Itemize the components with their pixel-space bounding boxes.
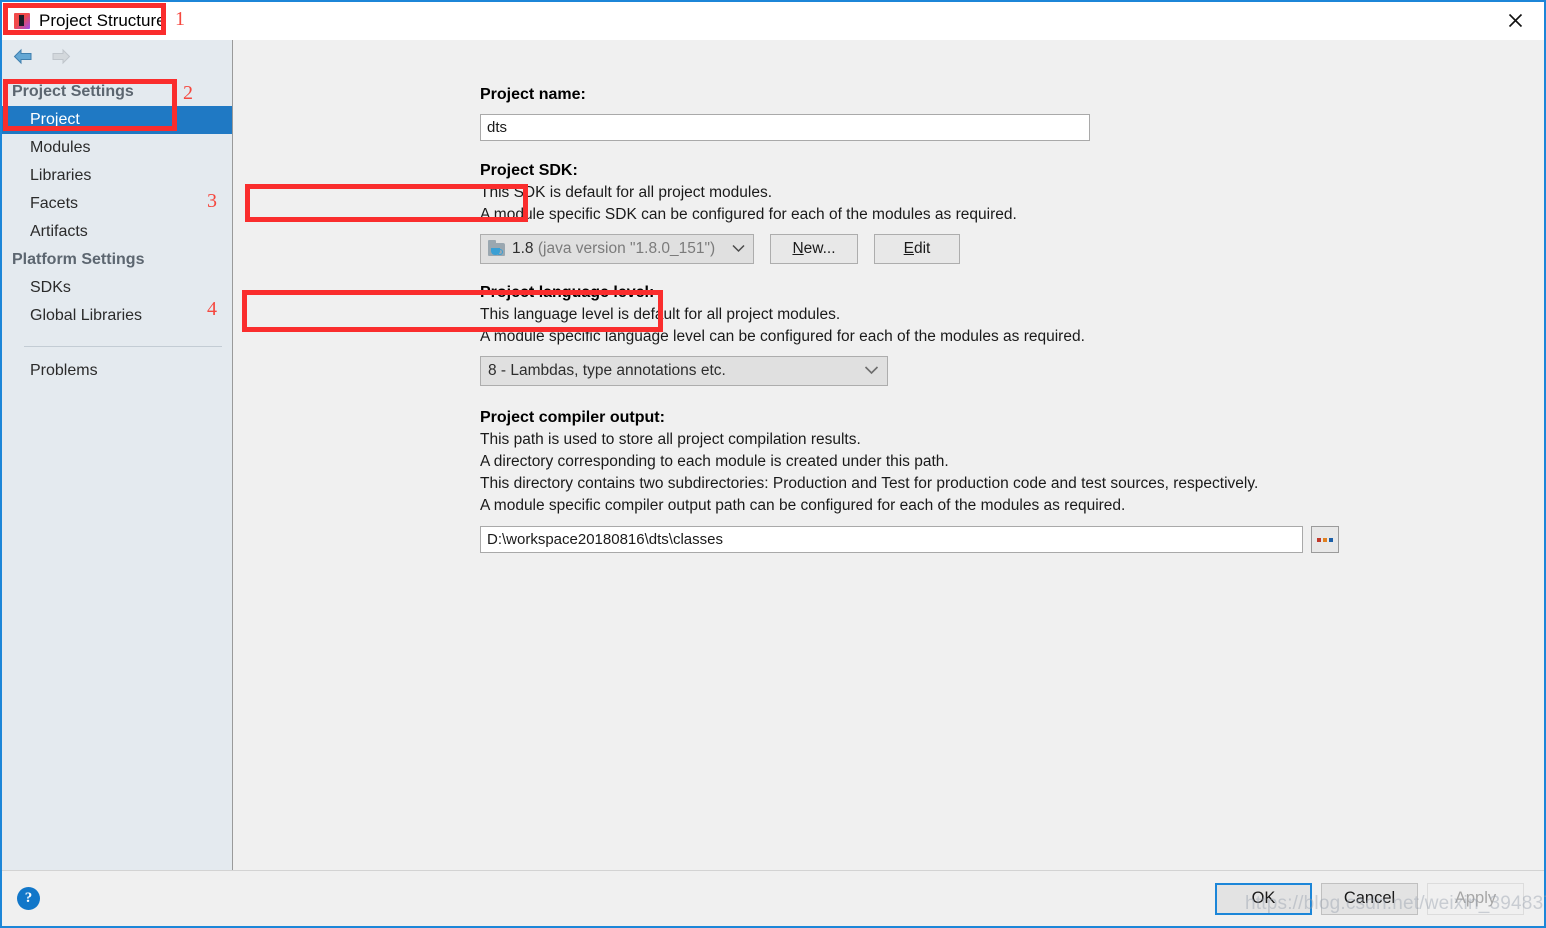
cancel-button[interactable]: Cancel (1321, 882, 1418, 915)
compiler-output-desc-3: This directory contains two subdirectori… (480, 475, 1259, 492)
browse-folder-button[interactable] (1311, 526, 1339, 553)
compiler-output-input[interactable] (480, 526, 1303, 553)
window-title: Project Structure (39, 11, 166, 30)
settings-sidebar: Project Settings Project Modules Librari… (2, 40, 233, 872)
language-level-selected: 8 - Lambdas, type annotations etc. (488, 362, 726, 379)
sidebar-divider (24, 346, 222, 347)
compiler-output-desc-2: A directory corresponding to each module… (480, 453, 949, 470)
project-name-label: Project name: (480, 86, 586, 103)
edit-sdk-button[interactable]: Edit (874, 234, 960, 264)
tree-group-project-settings: Project Settings (12, 83, 134, 100)
project-sdk-desc-2: A module specific SDK can be configured … (480, 206, 1017, 223)
project-sdk-combobox[interactable]: 1.8 (java version "1.8.0_151") (480, 234, 754, 264)
back-arrow-icon[interactable] (12, 48, 34, 70)
dialog-footer: ? OK Cancel Apply (2, 870, 1544, 926)
chevron-down-icon (864, 362, 879, 380)
project-name-input[interactable] (480, 114, 1090, 141)
footer-button-group: OK Cancel Apply (1215, 882, 1524, 915)
language-level-label: Project language level: (480, 284, 655, 301)
language-level-desc-2: A module specific language level can be … (480, 328, 1085, 345)
language-level-combobox[interactable]: 8 - Lambdas, type annotations etc. (480, 356, 888, 386)
sidebar-item-project[interactable]: Project (2, 106, 232, 134)
help-button[interactable]: ? (17, 887, 40, 910)
sidebar-item-libraries[interactable]: Libraries (2, 162, 232, 190)
sidebar-item-artifacts[interactable]: Artifacts (2, 218, 232, 246)
compiler-output-desc-4: A module specific compiler output path c… (480, 497, 1126, 514)
sidebar-item-sdks[interactable]: SDKs (2, 274, 232, 302)
forward-arrow-icon (50, 48, 72, 70)
new-sdk-button[interactable]: New... (770, 234, 858, 264)
sidebar-item-modules[interactable]: Modules (2, 134, 232, 162)
project-sdk-selected-detail: (java version "1.8.0_151") (537, 240, 716, 257)
project-sdk-label: Project SDK: (480, 162, 578, 179)
compiler-output-desc-1: This path is used to store all project c… (480, 431, 861, 448)
project-sdk-selected-version: 1.8 (512, 240, 534, 257)
tree-group-platform-settings: Platform Settings (12, 251, 145, 268)
chevron-down-icon (732, 240, 745, 258)
java-sdk-icon (488, 239, 506, 257)
settings-tree: Project Settings Project Modules Librari… (2, 77, 232, 385)
sidebar-item-global-libraries[interactable]: Global Libraries (2, 302, 232, 330)
intellij-idea-icon (14, 13, 30, 29)
project-sdk-desc-1: This SDK is default for all project modu… (480, 184, 773, 201)
close-icon[interactable] (1486, 2, 1544, 38)
dialog-content: Project Settings Project Modules Librari… (2, 40, 1544, 872)
project-settings-panel: Project name: Project SDK: This SDK is d… (233, 40, 1544, 870)
project-structure-dialog: Project Structure Project Settings Proje… (0, 0, 1546, 928)
apply-button: Apply (1427, 882, 1524, 915)
sidebar-nav-bar (2, 40, 232, 77)
sidebar-item-facets[interactable]: Facets (2, 190, 232, 218)
title-bar: Project Structure (2, 2, 1544, 40)
ok-button[interactable]: OK (1215, 882, 1312, 915)
compiler-output-label: Project compiler output: (480, 409, 665, 426)
sidebar-item-problems[interactable]: Problems (2, 357, 232, 385)
language-level-desc-1: This language level is default for all p… (480, 306, 841, 323)
